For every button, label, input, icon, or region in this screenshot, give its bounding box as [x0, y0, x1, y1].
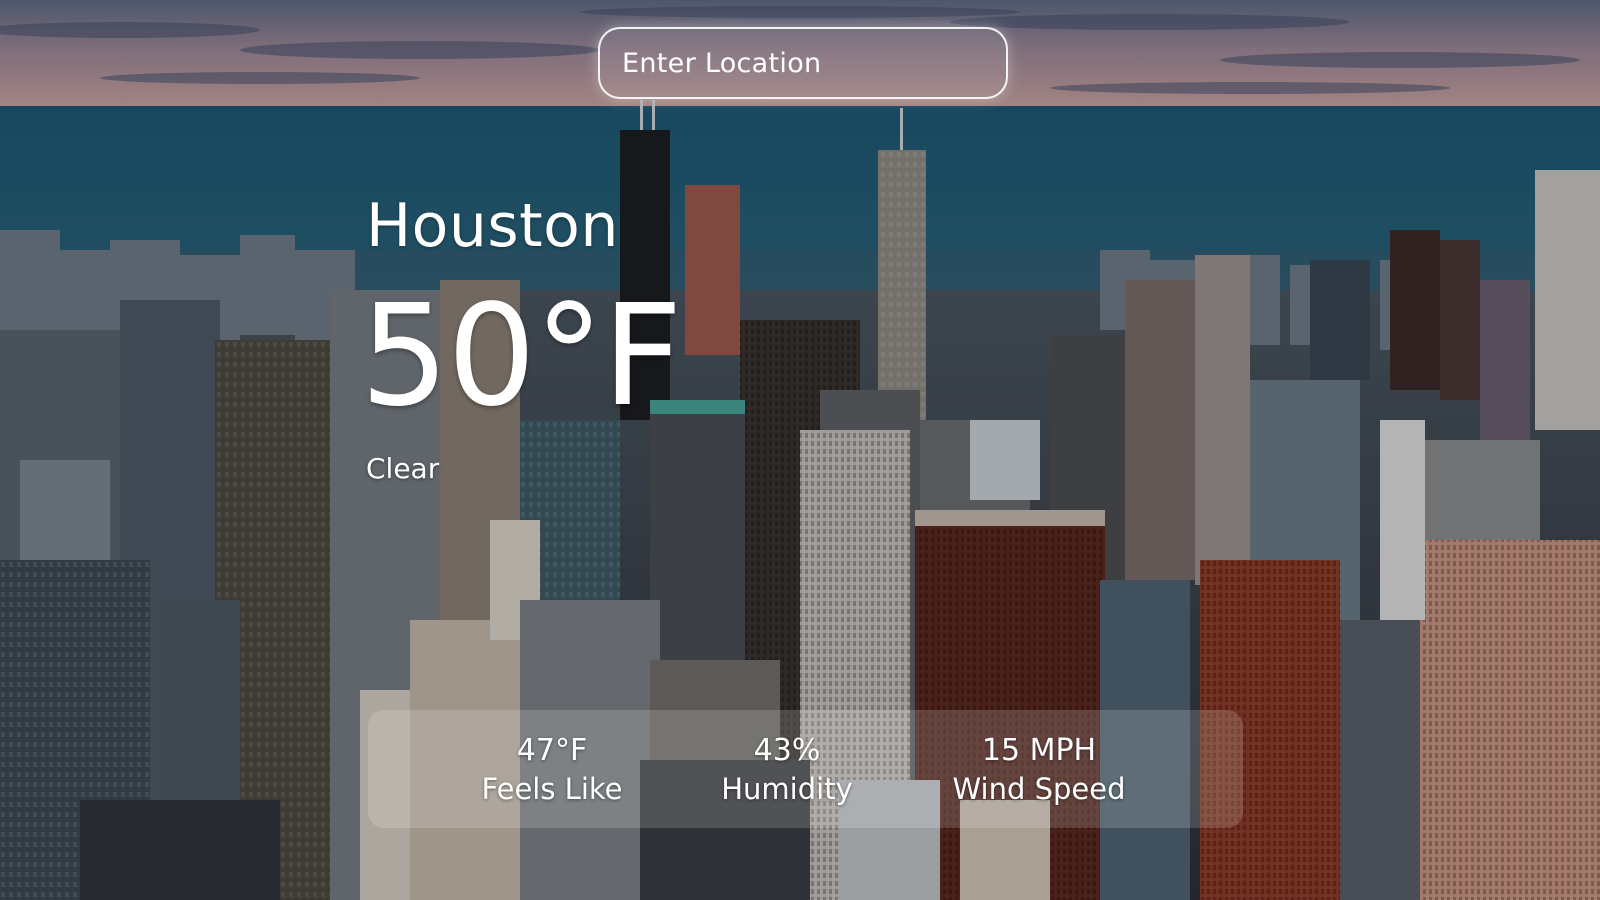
feels-like-stat: 47°F Feels Like: [482, 732, 623, 808]
location-search-box[interactable]: [598, 27, 1008, 99]
humidity-value: 43%: [753, 733, 821, 768]
location-search-input[interactable]: [600, 29, 1006, 97]
current-temperature: 50°F: [360, 275, 683, 438]
humidity-label: Humidity: [721, 772, 853, 806]
humidity-stat: 43% Humidity: [721, 732, 853, 808]
feels-like-value: 47°F: [516, 733, 588, 768]
feels-like-label: Feels Like: [481, 772, 623, 806]
wind-speed-label: Wind Speed: [952, 772, 1126, 806]
wind-speed-value: 15 MPH: [981, 733, 1097, 768]
weather-condition: Clear: [366, 452, 440, 485]
wind-speed-stat: 15 MPH Wind Speed: [952, 732, 1125, 808]
weather-app: Houston 50°F Clear 47°F Feels Like 43% H…: [0, 0, 1600, 900]
city-name: Houston: [366, 191, 619, 261]
weather-stats-panel: 47°F Feels Like 43% Humidity 15 MPH Wind…: [368, 710, 1243, 828]
